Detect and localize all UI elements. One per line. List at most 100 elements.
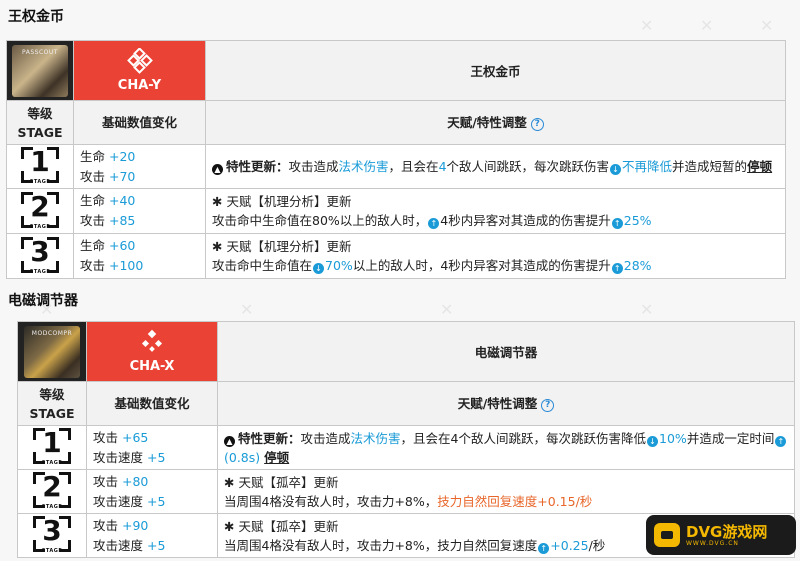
stat-value: +85	[109, 213, 136, 228]
stat-value: +5	[147, 493, 166, 509]
desc-text: 并造成短暂的	[672, 159, 748, 174]
arrow-up-icon: ↑	[611, 218, 623, 229]
stage-badge: 1 STAGE	[19, 145, 61, 185]
watermark-mark: ✕	[240, 300, 254, 319]
stat-label: 攻击速度	[93, 537, 144, 553]
talent-desc: ▲ 特性更新：攻击造成法术伤害，且会在4个敌人间跳跃，每次跳跃伤害降低 ↓ 10%并造…	[217, 425, 795, 470]
desc-text: 个敌人间跳跃，每次跳跃伤害	[446, 159, 610, 174]
stat-value: +90	[122, 517, 149, 533]
stats-cell: 攻击 +65 攻击速度 +5	[86, 425, 218, 470]
desc-text: 天赋【孤卒】更新	[238, 518, 339, 534]
arrow-up-icon: ↑	[611, 263, 623, 274]
asterisk-icon: ✱	[212, 239, 227, 254]
desc-text: 天赋【孤卒】更新	[238, 474, 339, 490]
stat-value: +5	[147, 537, 166, 553]
trait-prefix: 特性更新：	[238, 430, 301, 446]
stage-badge: 2 STAGE	[19, 190, 61, 230]
help-icon[interactable]: ?	[541, 399, 555, 412]
module-image-cell: MODCOMPR	[17, 321, 87, 382]
stage-number: 3	[42, 514, 62, 547]
stage-badge: 3 STAGE	[31, 514, 73, 554]
stage-number: 1	[30, 145, 50, 178]
desc-value: 25%	[623, 213, 652, 228]
module-code: CHA-X	[129, 359, 175, 374]
logo-url: WWW.DVG.CN	[686, 539, 739, 547]
header-talent-label: 天赋/特性调整	[457, 396, 538, 411]
desc-value: 技力自然回复速度+0.15/秒	[437, 493, 593, 509]
stat-value: +65	[122, 429, 149, 445]
desc-link[interactable]: 停顿	[264, 450, 289, 465]
stat-value: +5	[147, 449, 166, 465]
arrow-up-icon: ↑	[428, 218, 440, 229]
stage-badge: 1 STAGE	[31, 426, 73, 466]
watermark-mark: ✕	[760, 16, 774, 35]
desc-value: 70%	[325, 258, 353, 273]
desc-text: 天赋【机理分析】更新	[226, 239, 352, 254]
asterisk-icon: ✱	[224, 474, 239, 490]
stage-word: STAGE	[29, 223, 51, 230]
desc-text: 当周围4格没有敌人时，攻击力+8%，	[224, 493, 438, 509]
gamepad-icon	[654, 523, 680, 547]
asterisk-icon: ✱	[224, 518, 239, 534]
desc-text: /秒	[588, 537, 606, 553]
desc-text: 攻击造成	[288, 159, 339, 174]
header-talent: 天赋/特性调整?	[205, 100, 786, 145]
stage-badge-cell: 3 STAGE	[17, 513, 87, 558]
module-name: 王权金币	[205, 40, 786, 101]
desc-link[interactable]: 停顿	[747, 159, 772, 174]
desc-value: 不再降低	[622, 159, 673, 174]
talent-desc: ✱ 天赋【机理分析】更新 攻击命中生命值在80%以上的敌人时， ↑ 4秒内异客对其造…	[205, 188, 786, 234]
section-title: 电磁调节器	[8, 293, 78, 309]
stat-value: +60	[109, 238, 136, 253]
stage-badge-cell: 1 STAGE	[6, 144, 74, 189]
desc-text: ，且会在	[388, 159, 439, 174]
stat-value: +100	[109, 258, 144, 273]
module-thumbnail: PASSCOUT	[12, 44, 68, 97]
module-type-icon	[126, 48, 153, 74]
desc-link[interactable]: 法术伤害	[339, 159, 389, 174]
stat-value: +70	[109, 168, 136, 184]
trait-prefix: 特性更新：	[226, 159, 289, 174]
desc-text: 天赋【机理分析】更新	[226, 194, 352, 209]
desc-text: 4秒内异客对其造成的伤害提升	[440, 213, 611, 228]
stage-badge-cell: 3 STAGE	[6, 233, 74, 279]
module-code-cell: CHA-Y	[73, 40, 206, 101]
module-thumbnail: MODCOMPR	[24, 325, 80, 378]
stage-word: STAGE	[41, 460, 63, 466]
stage-badge-cell: 2 STAGE	[17, 469, 87, 514]
stage-badge: 2 STAGE	[31, 470, 73, 510]
stage-badge: 3 STAGE	[19, 235, 61, 275]
site-logo[interactable]: DVG游戏网 WWW.DVG.CN	[646, 515, 796, 555]
caret-up-icon: ▲	[224, 435, 235, 447]
stat-value: +20	[109, 148, 136, 164]
module-code-cell: CHA-X	[86, 321, 218, 382]
desc-link[interactable]: 法术伤害	[351, 431, 401, 446]
stage-number: 2	[42, 470, 62, 503]
stage-number: 3	[30, 234, 50, 268]
module-code: CHA-Y	[117, 78, 162, 93]
desc-value: (0.8s)	[224, 449, 261, 465]
stage-word: STAGE	[29, 268, 51, 275]
table-row: 2 STAGE 生命 +40 攻击 +85 ✱ 天赋【机理分析】更新 攻击命中生…	[6, 188, 786, 234]
stat-label: 攻击	[93, 473, 119, 489]
stage-badge-cell: 1 STAGE	[17, 425, 87, 470]
stage-badge-cell: 2 STAGE	[6, 188, 74, 234]
help-icon[interactable]: ?	[530, 118, 544, 131]
stats-cell: 生命 +60 攻击 +100	[73, 233, 206, 279]
header-talent-label: 天赋/特性调整	[447, 115, 527, 130]
module-type-icon	[141, 329, 163, 352]
table-row: 2 STAGE 攻击 +80 攻击速度 +5 ✱ 天赋【孤卒】更新 当周围4格没…	[17, 469, 795, 514]
header-stage: 等级 STAGE	[17, 381, 87, 426]
stat-value: +80	[122, 473, 149, 489]
stage-word: STAGE	[29, 179, 51, 185]
stat-label: 攻击	[80, 258, 106, 273]
stage-number: 1	[42, 426, 62, 459]
desc-text: ，且会在4个敌人间跳跃，每次跳跃伤害降低	[400, 430, 647, 446]
arrow-down-icon: ↓	[610, 164, 622, 175]
header-level-label: 等级	[27, 105, 53, 121]
stats-cell: 攻击 +80 攻击速度 +5	[86, 469, 218, 514]
stat-label: 攻击速度	[93, 449, 144, 465]
arrow-up-icon: ↑	[775, 435, 787, 447]
header-talent: 天赋/特性调整?	[217, 381, 795, 426]
stage-word: STAGE	[41, 504, 63, 510]
